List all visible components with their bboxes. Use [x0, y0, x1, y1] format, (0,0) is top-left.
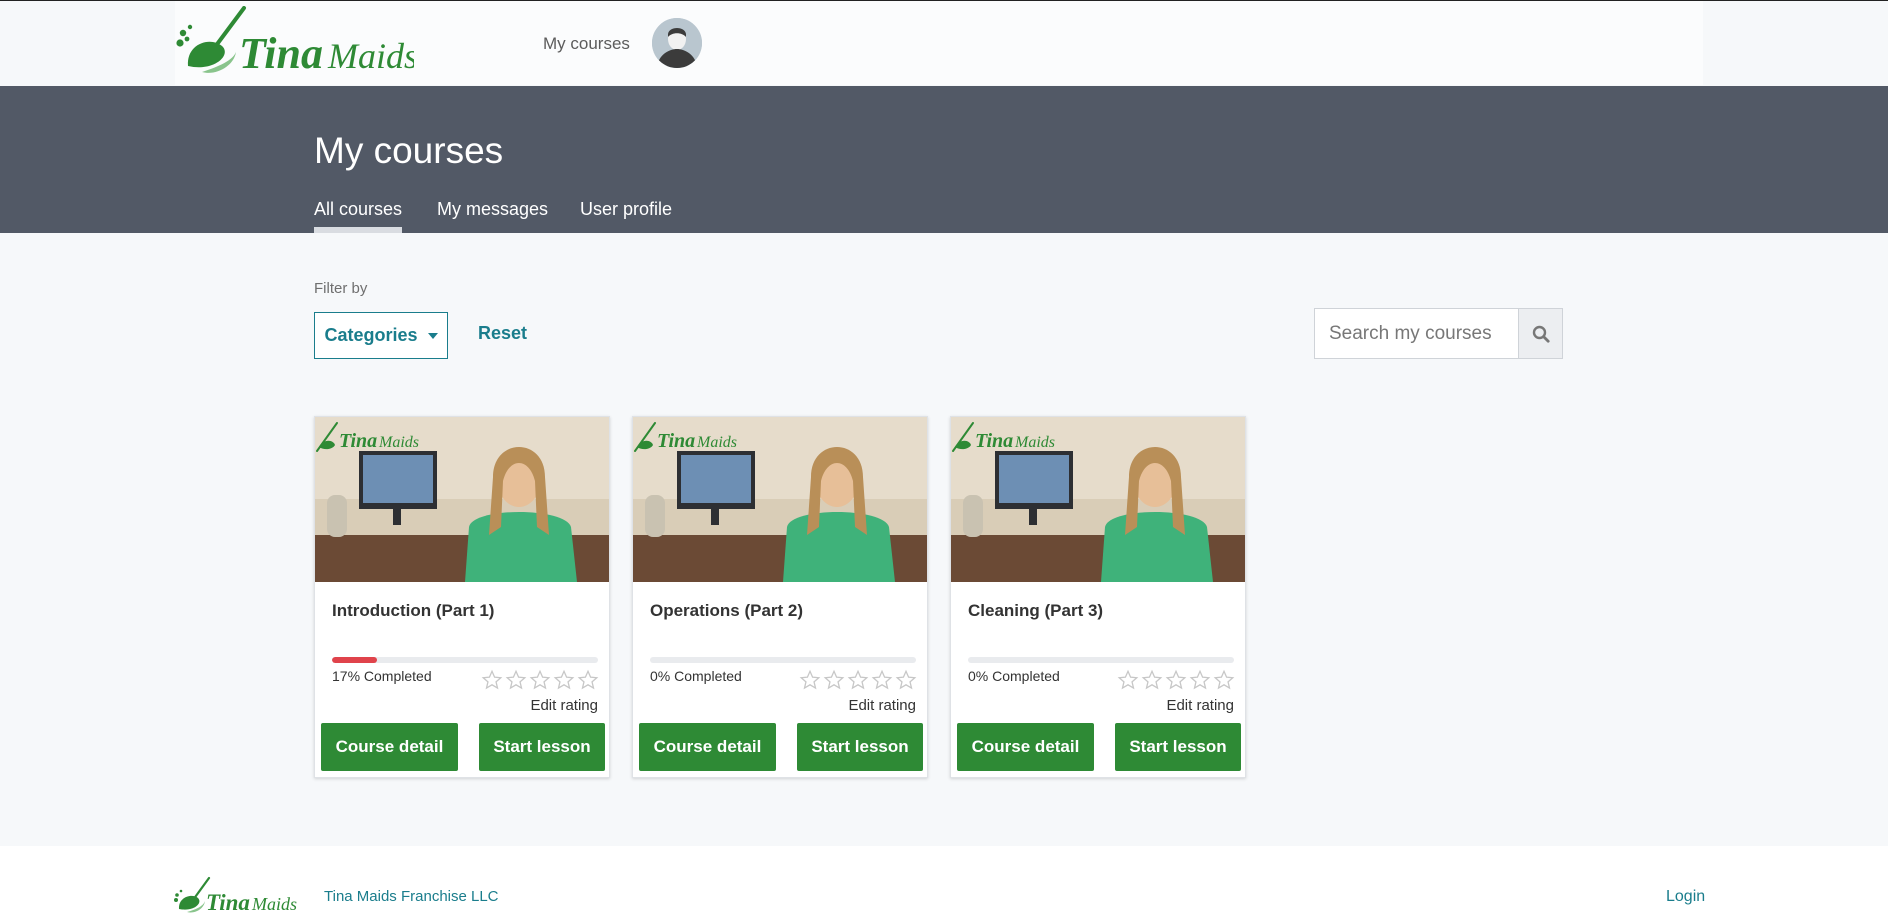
search-button[interactable]	[1518, 308, 1563, 359]
logo-name-part1: Tina	[239, 29, 323, 78]
page-hero: My courses All courses My messages User …	[0, 86, 1888, 233]
caret-down-icon	[427, 332, 438, 339]
course-progress-text: 17% Completed	[332, 668, 432, 684]
rating-stars[interactable]	[481, 669, 599, 691]
thumbnail-brand-part1: Tina	[339, 430, 377, 452]
course-detail-button[interactable]: Course detail	[957, 723, 1094, 771]
edit-rating-link[interactable]: Edit rating	[848, 697, 916, 714]
thumbnail-brand-part2: Maids	[1014, 434, 1055, 451]
course-title[interactable]: Introduction (Part 1)	[332, 601, 494, 621]
nav-my-courses-link[interactable]: My courses	[543, 34, 630, 54]
tab-my-messages[interactable]: My messages	[437, 199, 548, 233]
tab-user-profile[interactable]: User profile	[580, 199, 672, 233]
star-outline-icon[interactable]	[1165, 669, 1187, 691]
course-thumbnail[interactable]: Tina Maids	[315, 417, 609, 582]
start-lesson-button[interactable]: Start lesson	[797, 723, 923, 771]
search-icon	[1532, 325, 1550, 343]
filter-label: Filter by	[314, 280, 368, 297]
tina-maids-logo[interactable]: Tina Maids	[174, 6, 414, 82]
tab-all-courses[interactable]: All courses	[314, 199, 403, 233]
course-progress-bar	[650, 657, 916, 663]
star-outline-icon[interactable]	[847, 669, 869, 691]
start-lesson-button[interactable]: Start lesson	[479, 723, 605, 771]
thumbnail-brand-part1: Tina	[657, 430, 695, 452]
course-thumbnail-image: Tina Maids	[951, 417, 1245, 582]
course-progress-bar	[332, 657, 598, 663]
course-thumbnail[interactable]: Tina Maids	[951, 417, 1245, 582]
course-thumbnail-image: Tina Maids	[315, 417, 609, 582]
course-thumbnail[interactable]: Tina Maids	[633, 417, 927, 582]
course-title[interactable]: Operations (Part 2)	[650, 601, 803, 621]
page-title: My courses	[314, 130, 504, 171]
course-progress-fill	[332, 657, 378, 663]
star-outline-icon[interactable]	[553, 669, 575, 691]
star-outline-icon[interactable]	[505, 669, 527, 691]
star-outline-icon[interactable]	[529, 669, 551, 691]
logo-name-part2: Maids	[327, 36, 414, 76]
user-avatar-icon	[652, 18, 702, 68]
course-card: Tina Maids Introduction (Part 1) 17% Com…	[314, 416, 610, 778]
star-outline-icon[interactable]	[1117, 669, 1139, 691]
thumbnail-brand-part2: Maids	[696, 434, 737, 451]
star-outline-icon[interactable]	[871, 669, 893, 691]
user-avatar[interactable]	[652, 18, 702, 68]
star-outline-icon[interactable]	[1213, 669, 1235, 691]
star-outline-icon[interactable]	[481, 669, 503, 691]
star-outline-icon[interactable]	[799, 669, 821, 691]
course-thumbnail-image: Tina Maids	[633, 417, 927, 582]
course-card: Tina Maids Operations (Part 2) 0% Comple…	[632, 416, 928, 778]
star-outline-icon[interactable]	[1189, 669, 1211, 691]
course-detail-button[interactable]: Course detail	[639, 723, 776, 771]
footer-logo[interactable]: Tina Maids	[173, 876, 298, 917]
categories-label: Categories	[324, 325, 418, 345]
reset-filter-link[interactable]: Reset	[478, 323, 527, 344]
footer-logo-part2: Maids	[251, 894, 297, 914]
course-progress-bar	[968, 657, 1234, 663]
course-progress-text: 0% Completed	[650, 668, 742, 684]
thumbnail-brand-part1: Tina	[975, 430, 1013, 452]
footer-logo-part1: Tina	[206, 890, 250, 915]
footer-company-link[interactable]: Tina Maids Franchise LLC	[324, 888, 499, 905]
course-progress-text: 0% Completed	[968, 668, 1060, 684]
course-title[interactable]: Cleaning (Part 3)	[968, 601, 1103, 621]
star-outline-icon[interactable]	[1141, 669, 1163, 691]
start-lesson-button[interactable]: Start lesson	[1115, 723, 1241, 771]
thumbnail-brand-part2: Maids	[378, 434, 419, 451]
footer-login-link[interactable]: Login	[1666, 888, 1705, 906]
edit-rating-link[interactable]: Edit rating	[1166, 697, 1234, 714]
rating-stars[interactable]	[1117, 669, 1235, 691]
course-detail-button[interactable]: Course detail	[321, 723, 458, 771]
rating-stars[interactable]	[799, 669, 917, 691]
star-outline-icon[interactable]	[895, 669, 917, 691]
course-card: Tina Maids Cleaning (Part 3) 0% Complete…	[950, 416, 1246, 778]
star-outline-icon[interactable]	[577, 669, 599, 691]
edit-rating-link[interactable]: Edit rating	[530, 697, 598, 714]
star-outline-icon[interactable]	[823, 669, 845, 691]
categories-dropdown-button[interactable]: Categories	[314, 312, 448, 359]
